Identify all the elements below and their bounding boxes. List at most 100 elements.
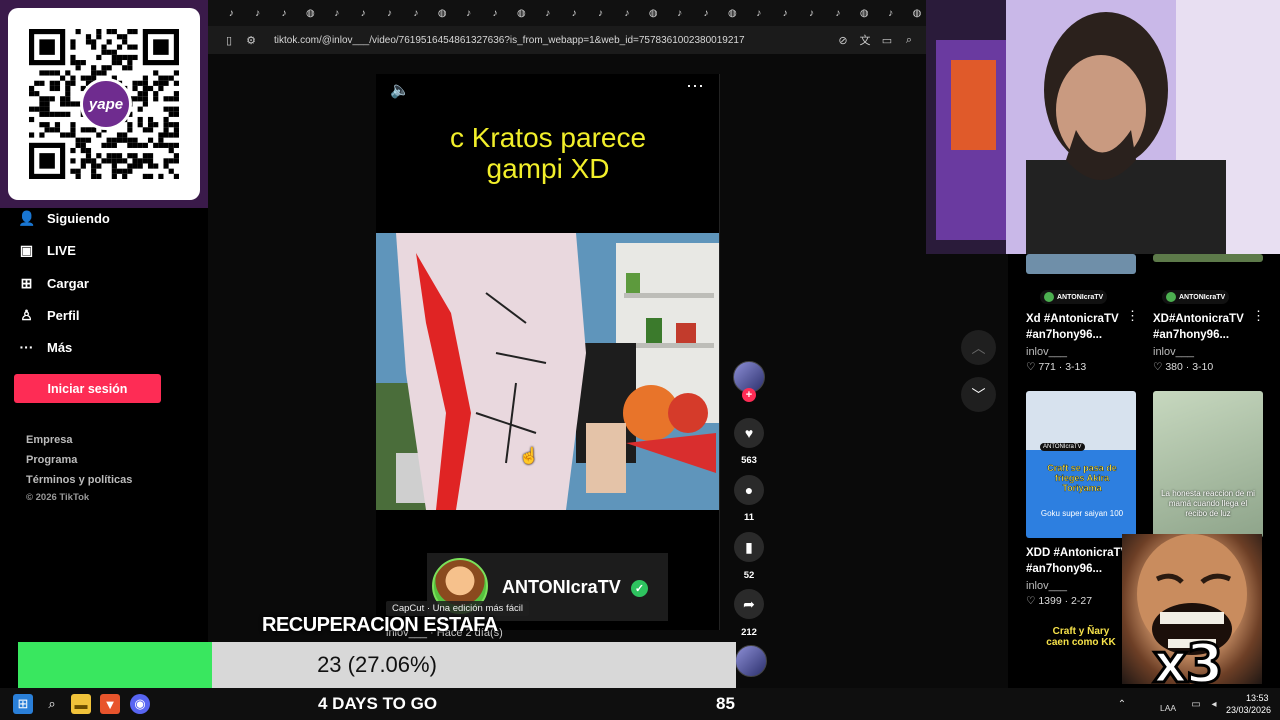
network-icon[interactable]: ▭ [1186, 694, 1206, 714]
sidebar-item-profile[interactable]: ♙ Perfil [18, 307, 79, 324]
tiktok-icon[interactable]: ♪ [693, 0, 719, 26]
tray-expand-icon[interactable]: ⌃ [1112, 694, 1132, 714]
more-options-icon[interactable]: ⋯ [686, 76, 705, 97]
globe-icon[interactable]: ◍ [851, 0, 877, 26]
qr-module [65, 101, 71, 107]
translate-icon[interactable]: 文 [854, 32, 876, 48]
tiktok-icon[interactable]: ♪ [482, 0, 508, 26]
brave-browser-icon[interactable]: ▼ [100, 694, 120, 714]
video-thumbnail[interactable]: La honesta reaccion de mi mamá cuando ll… [1153, 391, 1263, 538]
globe-icon[interactable]: ◍ [429, 0, 455, 26]
tiktok-icon[interactable]: ♪ [271, 0, 297, 26]
footer-link-terms[interactable]: Términos y políticas [26, 474, 132, 486]
qr-module [137, 163, 143, 169]
qr-module [91, 39, 97, 45]
qr-module [147, 127, 154, 133]
qr-module [163, 132, 169, 138]
save-button[interactable]: ▮ [734, 532, 764, 562]
no-tracking-icon[interactable]: ⊘ [832, 34, 854, 47]
tiktok-icon[interactable]: ♪ [244, 0, 270, 26]
video-frame-image[interactable] [376, 233, 719, 510]
volume-icon[interactable]: 🔈 [390, 80, 410, 100]
tiktok-icon[interactable]: ♪ [455, 0, 481, 26]
badge-text: ANTONIcraTV [1179, 293, 1226, 301]
like-button[interactable]: ♥ [734, 418, 764, 448]
footer-link-company[interactable]: Empresa [26, 434, 72, 446]
previous-video-button[interactable]: ︿ [961, 330, 996, 365]
footer-link-program[interactable]: Programa [26, 454, 77, 466]
qr-module [168, 158, 174, 164]
video-author[interactable]: inlov___ [1153, 346, 1194, 358]
tiktok-icon[interactable]: ♪ [587, 0, 613, 26]
caption-line: gampi XD [486, 153, 610, 184]
qr-module [60, 111, 66, 117]
tiktok-icon[interactable]: ♪ [350, 0, 376, 26]
folder-icon[interactable]: ▬ [71, 694, 91, 714]
tiktok-icon[interactable]: ♪ [561, 0, 587, 26]
clock-date[interactable]: 23/03/2026 [1226, 705, 1271, 715]
comment-button[interactable]: ● [734, 475, 764, 505]
video-title[interactable]: Xd #AntonicraTV #an7hony96... [1026, 311, 1119, 343]
qr-module [85, 39, 92, 45]
qr-module [106, 137, 112, 143]
kebab-menu-icon[interactable]: ⋮ [1252, 308, 1265, 324]
search-icon[interactable]: ⌕ [42, 694, 62, 714]
share-button[interactable]: ➦ [734, 589, 764, 619]
globe-icon[interactable]: ◍ [297, 0, 323, 26]
discord-icon[interactable]: ◉ [130, 694, 150, 714]
video-thumbnail[interactable] [1153, 254, 1263, 262]
globe-icon[interactable]: ◍ [508, 0, 534, 26]
globe-icon[interactable]: ◍ [640, 0, 666, 26]
video-title[interactable]: XD#AntonicraTV #an7hony96... [1153, 311, 1244, 343]
video-stats: ♡ 771 · 3-13 [1026, 361, 1087, 373]
tiktok-icon[interactable]: ♪ [746, 0, 772, 26]
tiktok-icon[interactable]: ♪ [535, 0, 561, 26]
tiktok-icon[interactable]: ♪ [798, 0, 824, 26]
video-author[interactable]: inlov___ [1026, 346, 1067, 358]
qr-module [132, 142, 138, 148]
thumbnail-overlay-text: Craft y Ñary caen como KK [1046, 626, 1116, 648]
zoom-icon[interactable]: ⌕ [898, 34, 920, 47]
qr-module [173, 91, 179, 97]
video-thumbnail[interactable]: ANTONIcraTV Craft se pasa de frieges Aki… [1026, 391, 1136, 538]
tiktok-icon[interactable]: ♪ [877, 0, 903, 26]
video-author[interactable]: inlov___ [1026, 580, 1067, 592]
qr-module [122, 39, 128, 45]
tiktok-icon[interactable]: ♪ [614, 0, 640, 26]
video-title[interactable]: XDD #AntonicraTV #an7hony96... [1026, 545, 1128, 577]
tiktok-icon[interactable]: ♪ [666, 0, 692, 26]
kebab-menu-icon[interactable]: ⋮ [1126, 308, 1139, 324]
address-bar[interactable]: ▯ ⚙ tiktok.com/@inlov___/video/761951645… [208, 26, 930, 54]
volume-tray-icon[interactable]: ◂ [1204, 694, 1224, 714]
tiktok-icon[interactable]: ♪ [825, 0, 851, 26]
globe-icon[interactable]: ◍ [719, 0, 745, 26]
tiktok-icon[interactable]: ♪ [324, 0, 350, 26]
follow-plus-icon[interactable]: + [742, 388, 756, 402]
qr-module [116, 137, 123, 143]
tiktok-icon[interactable]: ♪ [376, 0, 402, 26]
keyboard-language[interactable]: LAA [1160, 703, 1176, 713]
tiktok-icon[interactable]: ♪ [403, 0, 429, 26]
qr-module [147, 158, 154, 164]
qr-module [132, 96, 138, 102]
sidebar-item-live[interactable]: ▣ LIVE [18, 242, 76, 259]
tiktok-icon[interactable]: ♪ [772, 0, 798, 26]
video-thumbnail[interactable]: Craft y Ñary caen como KK [1026, 620, 1136, 688]
title-line: XDD #AntonicraTV [1026, 547, 1129, 559]
music-disc-avatar[interactable] [735, 645, 767, 677]
start-icon[interactable]: ⊞ [13, 694, 33, 714]
bookmark-icon[interactable]: ▯ [218, 34, 240, 47]
site-settings-icon[interactable]: ⚙ [240, 34, 262, 47]
qr-module [39, 111, 45, 117]
clock-time[interactable]: 13:53 [1246, 693, 1269, 703]
sidebar-item-more[interactable]: ··· Más [18, 339, 73, 355]
cast-icon[interactable]: ▭ [876, 34, 898, 47]
video-thumbnail[interactable] [1026, 254, 1136, 274]
login-button[interactable]: Iniciar sesión [14, 374, 161, 403]
next-video-button[interactable]: ﹀ [961, 377, 996, 412]
tiktok-icon[interactable]: ♪ [218, 0, 244, 26]
qr-module [116, 60, 123, 66]
url-text[interactable]: tiktok.com/@inlov___/video/7619516454861… [274, 35, 832, 46]
sidebar-item-upload[interactable]: ⊞ Cargar [18, 275, 89, 292]
sidebar-item-following[interactable]: 👤 Siguiendo [18, 210, 110, 227]
